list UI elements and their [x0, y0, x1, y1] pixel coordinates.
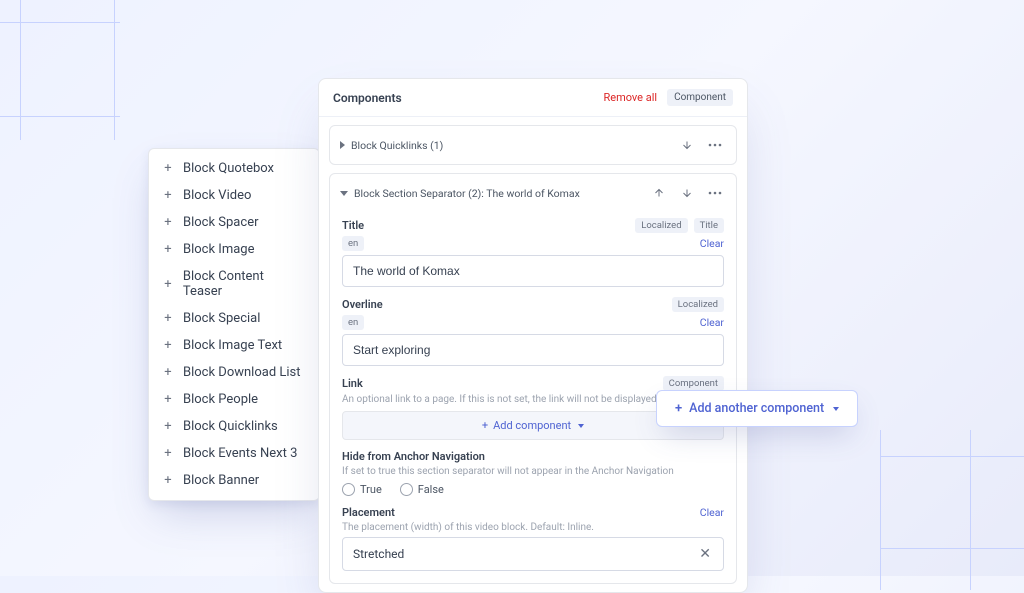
picker-item-quicklinks[interactable]: + Block Quicklinks [149, 413, 319, 440]
field-label: Placement [342, 506, 694, 519]
picker-item-image[interactable]: + Block Image [149, 236, 319, 263]
plus-icon: + [163, 311, 173, 326]
picker-item-label: Block Download List [183, 365, 301, 380]
remove-all-button[interactable]: Remove all [603, 91, 657, 104]
help-text: If set to true this section separator wi… [342, 466, 724, 477]
panel-header: Components Remove all Component [319, 79, 747, 117]
plus-icon: + [675, 401, 682, 416]
plus-icon: + [482, 419, 488, 432]
picker-item-label: Block Video [183, 188, 251, 203]
plus-icon: + [163, 338, 173, 353]
move-down-button[interactable] [676, 182, 698, 204]
field-label: Title [342, 219, 629, 232]
move-up-button[interactable] [648, 182, 670, 204]
picker-item-label: Block Quotebox [183, 161, 274, 176]
picker-item-label: Block Content Teaser [183, 269, 305, 299]
picker-item-label: Block Image Text [183, 338, 282, 353]
overline-input[interactable] [342, 334, 724, 366]
picker-item-people[interactable]: + Block People [149, 386, 319, 413]
plus-icon: + [163, 392, 173, 407]
picker-item-label: Block Spacer [183, 215, 259, 230]
placement-select[interactable]: Stretched ✕ [342, 537, 724, 571]
picker-item-content-teaser[interactable]: + Block Content Teaser [149, 263, 319, 305]
add-component-label: Add component [493, 419, 571, 432]
panel-title: Components [333, 91, 603, 105]
component-section-separator: Block Section Separator (2): The world o… [329, 173, 737, 584]
chevron-down-icon [578, 424, 584, 428]
picker-item-label: Block Image [183, 242, 255, 257]
picker-item-spacer[interactable]: + Block Spacer [149, 209, 319, 236]
section-title: Block Section Separator (2): The world o… [354, 187, 642, 200]
caret-right-icon [340, 141, 345, 149]
picker-item-label: Block Events Next 3 [183, 446, 297, 461]
clear-link[interactable]: Clear [700, 237, 724, 250]
picker-item-events-next-3[interactable]: + Block Events Next 3 [149, 440, 319, 467]
picker-item-quotebox[interactable]: + Block Quotebox [149, 155, 319, 182]
radio-false[interactable]: False [400, 483, 444, 496]
section-title: Block Quicklinks (1) [351, 139, 670, 152]
clear-link[interactable]: Clear [700, 316, 724, 329]
picker-item-banner[interactable]: + Block Banner [149, 467, 319, 494]
radio-label: True [360, 483, 382, 496]
plus-icon: + [163, 188, 173, 203]
radio-icon [342, 483, 355, 496]
language-pill[interactable]: en [342, 315, 364, 330]
clear-x-icon[interactable]: ✕ [697, 546, 713, 562]
field-placement: Placement Clear The placement (width) of… [342, 506, 724, 571]
plus-icon: + [163, 419, 173, 434]
localized-badge: Localized [672, 297, 724, 312]
radio-true[interactable]: True [342, 483, 382, 496]
picker-item-video[interactable]: + Block Video [149, 182, 319, 209]
chevron-down-icon [833, 407, 839, 411]
component-type-badge: Component [667, 89, 733, 106]
clear-link[interactable]: Clear [700, 506, 724, 519]
title-input[interactable] [342, 255, 724, 287]
plus-icon: + [163, 277, 173, 292]
component-badge: Component [663, 376, 724, 391]
plus-icon: + [163, 446, 173, 461]
field-hide-anchor: Hide from Anchor Navigation If set to tr… [342, 450, 724, 496]
section-header[interactable]: Block Quicklinks (1) [330, 126, 736, 164]
plus-icon: + [163, 161, 173, 176]
field-label: Link [342, 377, 657, 390]
field-label: Overline [342, 298, 666, 311]
picker-item-label: Block Banner [183, 473, 259, 488]
section-header[interactable]: Block Section Separator (2): The world o… [330, 174, 736, 212]
field-label: Hide from Anchor Navigation [342, 450, 724, 463]
more-options-button[interactable] [704, 134, 726, 156]
picker-item-label: Block Quicklinks [183, 419, 278, 434]
language-pill[interactable]: en [342, 236, 364, 251]
localized-badge: Localized [635, 218, 687, 233]
move-down-button[interactable] [676, 134, 698, 156]
caret-down-icon [340, 191, 348, 196]
block-picker-menu: + Block Quotebox + Block Video + Block Spac… [148, 148, 320, 501]
title-badge: Title [694, 218, 724, 233]
component-section-quicklinks: Block Quicklinks (1) [329, 125, 737, 165]
picker-item-special[interactable]: + Block Special [149, 305, 319, 332]
components-panel: Components Remove all Component Block Qu… [318, 78, 748, 593]
plus-icon: + [163, 365, 173, 380]
radio-icon [400, 483, 413, 496]
plus-icon: + [163, 473, 173, 488]
picker-item-download-list[interactable]: + Block Download List [149, 359, 319, 386]
help-text: The placement (width) of this video bloc… [342, 522, 724, 533]
plus-icon: + [163, 242, 173, 257]
add-another-component-button[interactable]: + Add another component [656, 390, 858, 427]
radio-label: False [418, 483, 444, 496]
picker-item-label: Block Special [183, 311, 260, 326]
picker-item-image-text[interactable]: + Block Image Text [149, 332, 319, 359]
field-title: Title Localized Title en Clear [342, 218, 724, 287]
add-another-label: Add another component [689, 401, 824, 416]
select-value: Stretched [353, 547, 697, 561]
more-options-button[interactable] [704, 182, 726, 204]
field-overline: Overline Localized en Clear [342, 297, 724, 366]
picker-item-label: Block People [183, 392, 258, 407]
plus-icon: + [163, 215, 173, 230]
